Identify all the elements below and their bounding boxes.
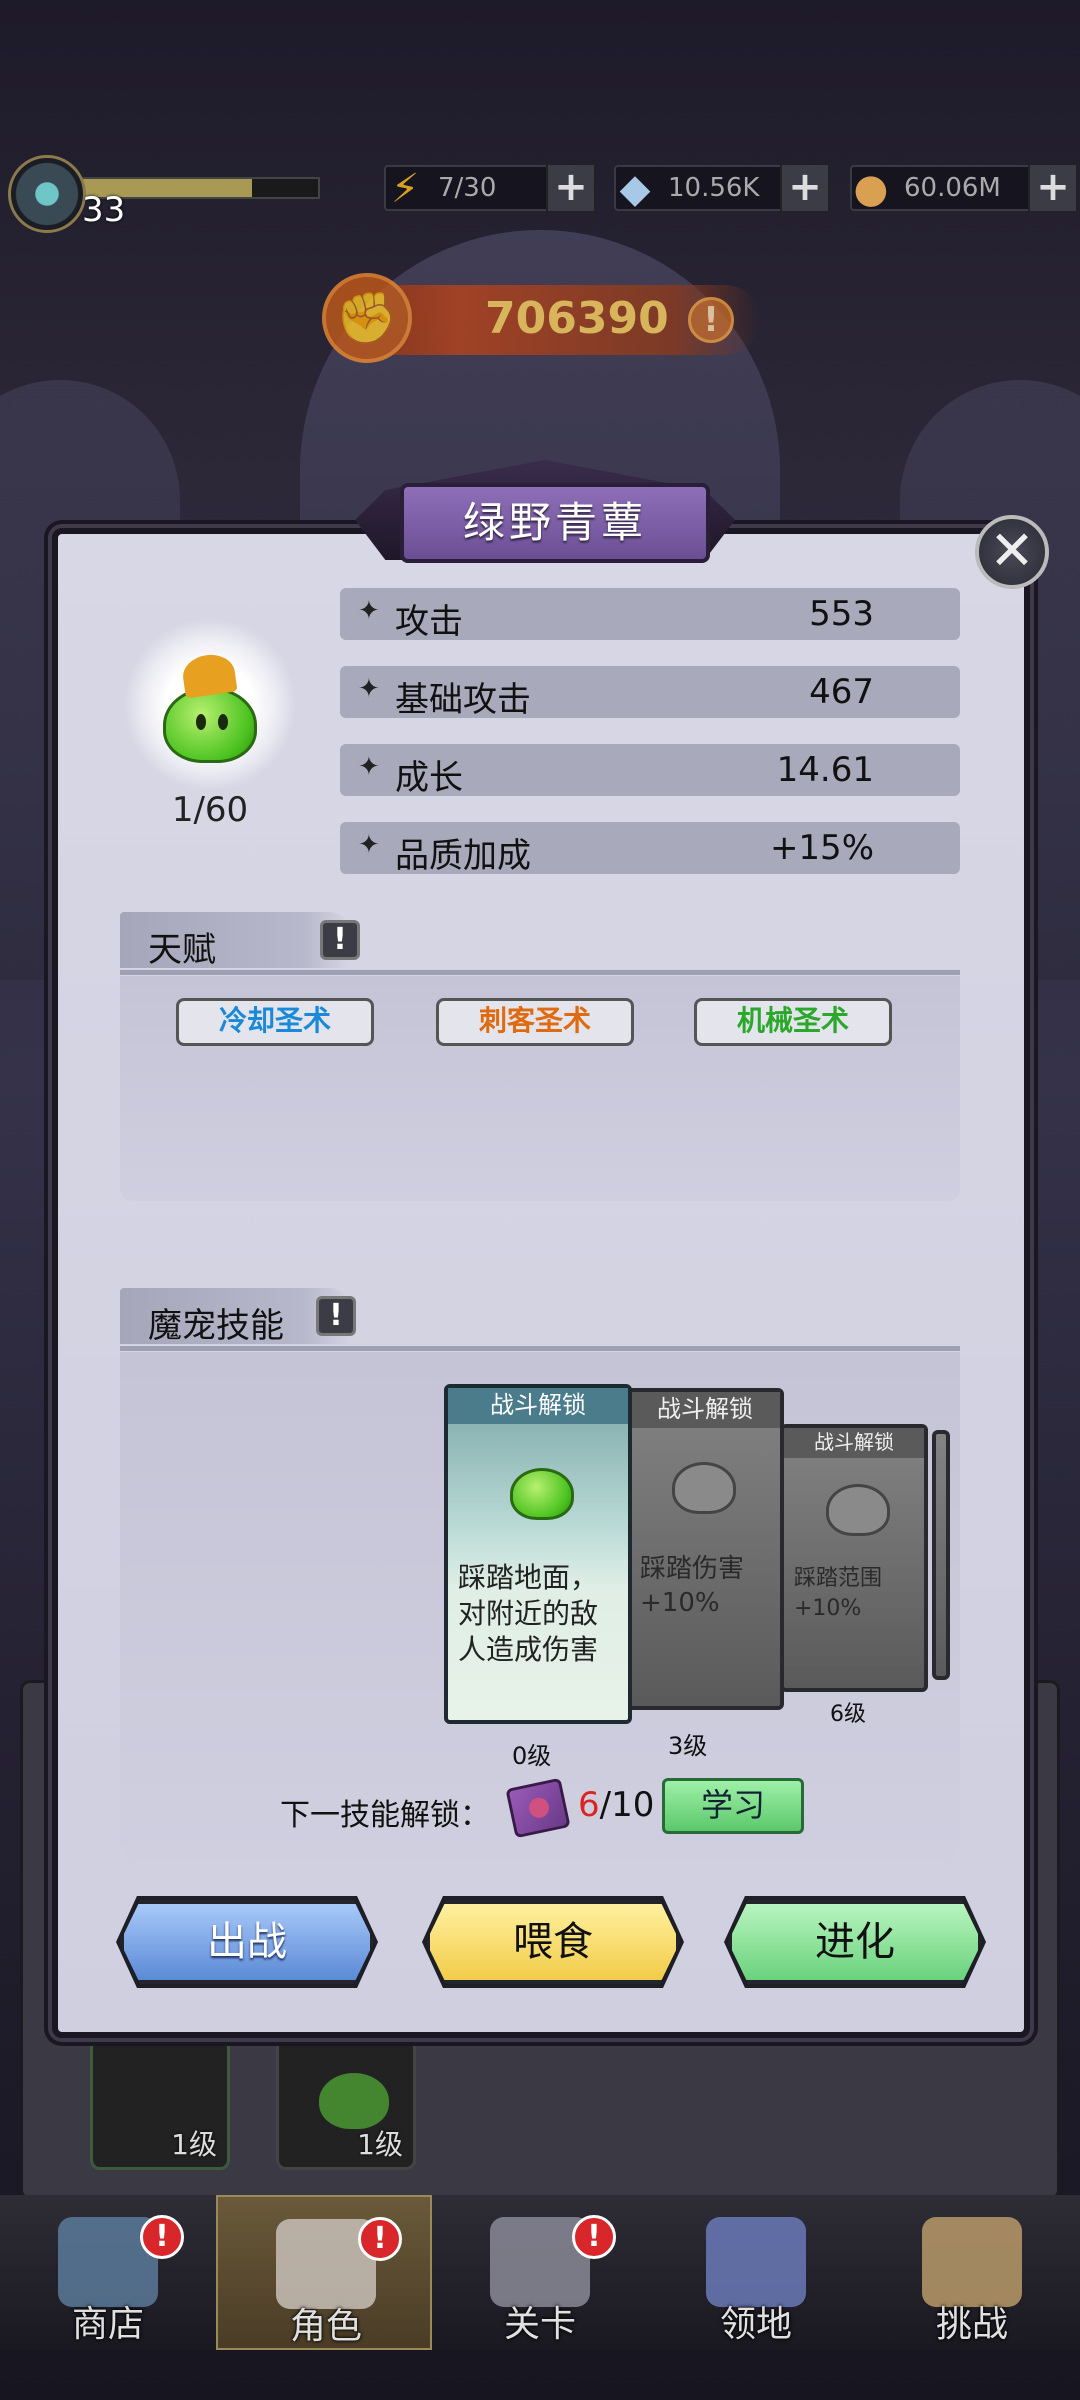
coin-counter: ● 60.06M + xyxy=(850,163,1078,213)
pet-count: 1/60 xyxy=(171,790,249,830)
notification-badge: ! xyxy=(572,2215,616,2259)
sparkle-icon: ✦ xyxy=(358,830,380,860)
stat-row-quality-bonus: ✦ 品质加成 +15% xyxy=(340,822,960,876)
pet-leaf xyxy=(180,651,238,699)
lightning-icon: ⚡ xyxy=(390,166,420,212)
section-divider xyxy=(120,970,960,975)
stat-name: 成长 xyxy=(395,758,463,798)
stat-value: 467 xyxy=(809,672,874,712)
nav-item-shop[interactable]: ! 商店 xyxy=(0,2195,216,2350)
gem-counter: ◆ 10.56K + xyxy=(614,163,830,213)
stat-row-attack: ✦ 攻击 553 xyxy=(340,588,960,642)
gem-value: 10.56K xyxy=(668,173,760,203)
add-energy-button[interactable]: + xyxy=(546,163,596,213)
stat-name: 攻击 xyxy=(395,602,463,642)
skill-card-edge xyxy=(932,1430,950,1680)
section-title: 魔宠技能 xyxy=(148,1306,284,1346)
combat-power-value: 706390 xyxy=(485,293,669,344)
skill-description: 踩踏地面，对附近的敌人造成伤害 xyxy=(458,1561,599,1666)
skill-info-button[interactable]: ! xyxy=(316,1296,356,1336)
stat-row-growth: ✦ 成长 14.61 xyxy=(340,744,960,798)
modal-title: 绿野青蕈 xyxy=(400,483,710,563)
energy-value: 7/30 xyxy=(438,173,497,203)
stat-value: +15% xyxy=(769,828,874,868)
stat-value: 14.61 xyxy=(776,750,874,790)
stat-name: 基础攻击 xyxy=(395,680,531,720)
section-title: 天赋 xyxy=(148,930,216,970)
nav-label: 领地 xyxy=(719,2304,792,2345)
talent-info-button[interactable]: ! xyxy=(320,920,360,960)
skill-level: 3级 xyxy=(668,1732,708,1760)
pet-slot-level: 1级 xyxy=(171,2128,217,2161)
skill-description: 踩踏伤害+10% xyxy=(640,1554,745,1618)
player-level-badge[interactable] xyxy=(8,155,86,233)
notification-badge: ! xyxy=(358,2217,402,2261)
sparkle-icon: ✦ xyxy=(358,674,380,704)
skill-card-header: 战斗解锁 xyxy=(448,1388,628,1424)
pet-portrait xyxy=(125,615,295,795)
pet-slot[interactable]: 1级 xyxy=(90,2030,230,2170)
skill-card-locked[interactable]: 战斗解锁 踩踏伤害+10% xyxy=(626,1388,784,1710)
nav-item-stages[interactable]: ! 关卡 xyxy=(432,2195,648,2350)
skill-card-active[interactable]: 战斗解锁 踩踏地面，对附近的敌人造成伤害 xyxy=(444,1384,632,1724)
skill-icon xyxy=(826,1484,890,1536)
nav-item-character[interactable]: ! 角色 xyxy=(216,2195,432,2350)
nav-label: 关卡 xyxy=(503,2304,576,2345)
close-button[interactable]: ✕ xyxy=(975,515,1049,589)
nav-label: 商店 xyxy=(71,2304,144,2345)
gem-icon: ◆ xyxy=(619,166,651,212)
skill-book-count: 6/10 xyxy=(578,1785,654,1825)
skill-book-required: /10 xyxy=(599,1785,655,1825)
skill-description: 踩踏范围+10% xyxy=(794,1566,883,1621)
stat-row-base-attack: ✦ 基础攻击 467 xyxy=(340,666,960,720)
deploy-button[interactable]: 出战 xyxy=(120,1900,374,1984)
castle-icon xyxy=(706,2217,806,2307)
skill-level: 6级 xyxy=(830,1702,866,1727)
talent-section-header: 天赋 ! xyxy=(120,912,360,970)
nav-item-challenge[interactable]: 挑战 xyxy=(864,2195,1080,2350)
skill-card-header: 战斗解锁 xyxy=(784,1428,924,1458)
section-divider xyxy=(120,1346,960,1351)
feed-button[interactable]: 喂食 xyxy=(426,1900,680,1984)
scroll-icon xyxy=(922,2217,1022,2307)
fist-icon: ✊ xyxy=(322,273,412,363)
stat-value: 553 xyxy=(809,594,874,634)
bottom-nav: ! 商店 ! 角色 ! 关卡 领地 挑战 xyxy=(0,2195,1080,2350)
stat-name: 品质加成 xyxy=(395,836,531,876)
talent-chip[interactable]: 冷却圣术 xyxy=(176,998,374,1046)
pet-eye xyxy=(218,714,228,730)
skill-section-header: 魔宠技能 ! xyxy=(120,1288,356,1346)
evolve-button[interactable]: 进化 xyxy=(728,1900,982,1984)
pet-slot-level: 1级 xyxy=(357,2128,403,2161)
skill-book-current: 6 xyxy=(578,1785,600,1825)
player-level: 33 xyxy=(82,190,126,230)
add-coins-button[interactable]: + xyxy=(1028,163,1078,213)
skill-icon xyxy=(672,1462,736,1514)
add-gems-button[interactable]: + xyxy=(780,163,830,213)
coin-icon: ● xyxy=(853,166,889,212)
power-info-button[interactable]: ! xyxy=(688,297,734,343)
pet-slot[interactable]: 1级 xyxy=(276,2030,416,2170)
combat-power-bar: ✊ 706390 ! xyxy=(322,273,760,363)
learn-button[interactable]: 学习 xyxy=(662,1778,804,1834)
top-hud: 33 ⚡ 7/30 + ◆ 10.56K + ● 60.06M + xyxy=(0,145,1080,235)
pet-image xyxy=(163,687,257,763)
talent-chip[interactable]: 刺客圣术 xyxy=(436,998,634,1046)
skill-icon xyxy=(510,1468,574,1520)
sparkle-icon: ✦ xyxy=(358,752,380,782)
skill-card-header: 战斗解锁 xyxy=(630,1392,780,1428)
nav-label: 挑战 xyxy=(935,2304,1008,2345)
nav-label: 角色 xyxy=(289,2306,362,2347)
coin-value: 60.06M xyxy=(904,173,1001,203)
energy-counter: ⚡ 7/30 + xyxy=(384,163,596,213)
skill-card-locked[interactable]: 战斗解锁 踩踏范围+10% xyxy=(780,1424,928,1692)
nav-item-territory[interactable]: 领地 xyxy=(648,2195,864,2350)
pet-eye xyxy=(196,714,206,730)
talent-chip[interactable]: 机械圣术 xyxy=(694,998,892,1046)
pet-thumbnail xyxy=(319,2073,389,2129)
notification-badge: ! xyxy=(140,2215,184,2259)
next-skill-unlock-label: 下一技能解锁： xyxy=(280,1798,490,1833)
skill-level: 0级 xyxy=(512,1742,552,1770)
sparkle-icon: ✦ xyxy=(358,596,380,626)
